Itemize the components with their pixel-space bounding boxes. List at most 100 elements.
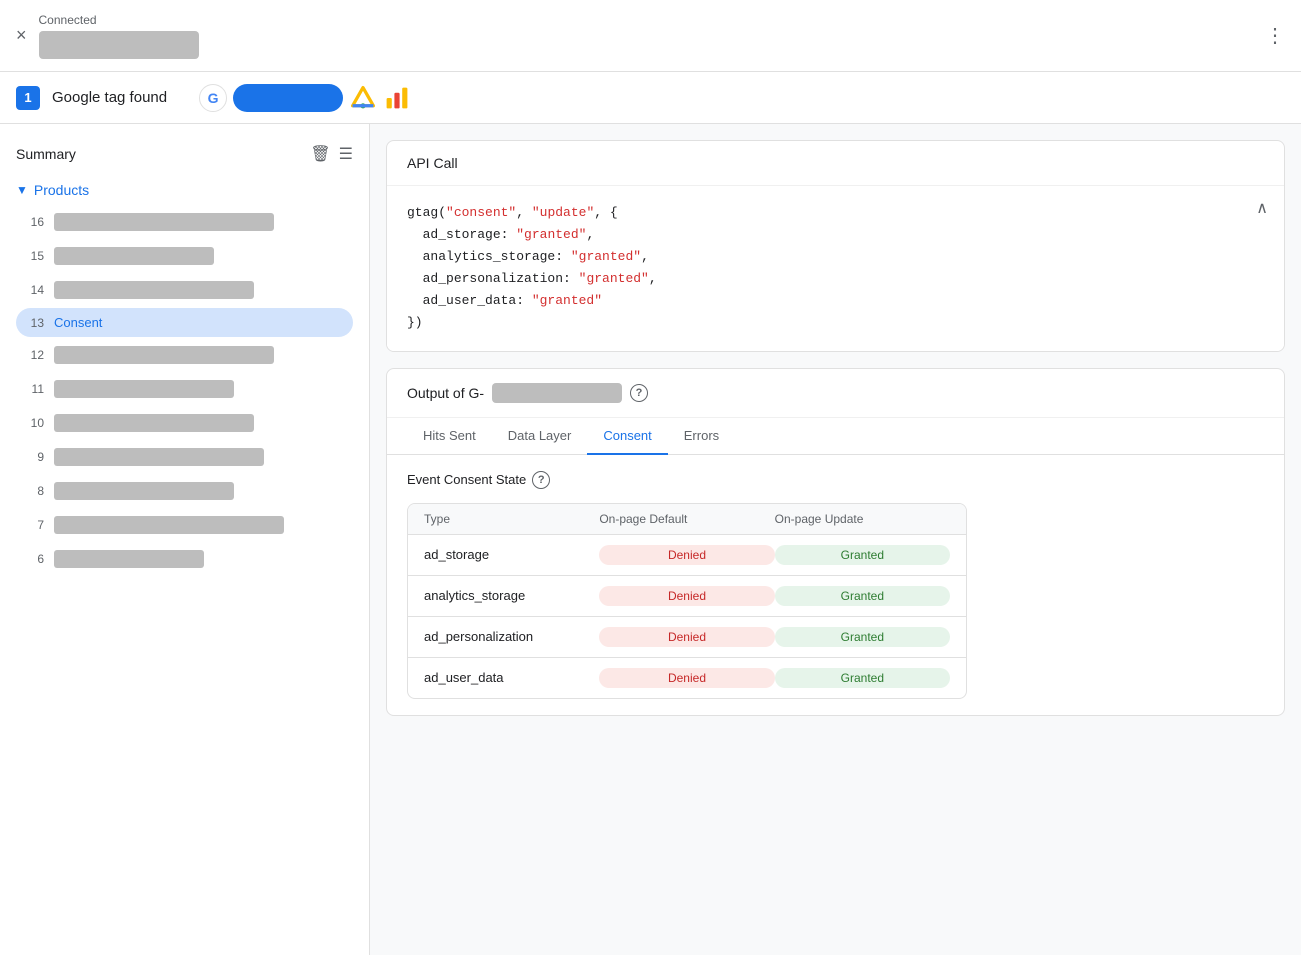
item-bar-10	[54, 414, 254, 432]
sidebar-item-9[interactable]: 9	[16, 441, 353, 473]
top-bar-left: × Connected	[16, 13, 199, 59]
item-number-12: 12	[24, 348, 44, 362]
output-card: Output of G- ? Hits Sent Data Layer Cons…	[386, 368, 1285, 716]
col-header-type: Type	[424, 512, 599, 526]
update-ad-personalization: Granted	[775, 627, 950, 647]
update-ad-storage: Granted	[775, 545, 950, 565]
collapse-button[interactable]: ∧	[1256, 198, 1268, 218]
item-bar-9	[54, 448, 264, 466]
item-bar-7	[54, 516, 284, 534]
sidebar-item-8[interactable]: 8	[16, 475, 353, 507]
top-bar-center: Connected	[39, 13, 199, 59]
code-line-5: ad_user_data: "granted"	[407, 290, 1264, 312]
table-row-ad-storage: ad_storage Denied Granted	[408, 534, 966, 575]
tab-hits-sent[interactable]: Hits Sent	[407, 418, 492, 455]
code-aduser-val: "granted"	[532, 293, 602, 308]
sidebar-item-6[interactable]: 6	[16, 543, 353, 575]
consent-section: Event Consent State ? Type On-page Defau…	[387, 455, 1284, 715]
sidebar-summary-icons[interactable]: 🗑 ☰	[310, 144, 353, 164]
item-bar-12	[54, 346, 274, 364]
products-section: ▼ Products 16 15 14	[0, 176, 369, 575]
output-help-icon[interactable]: ?	[630, 384, 648, 402]
sidebar-item-12[interactable]: 12	[16, 339, 353, 371]
col-header-default: On-page Default	[599, 512, 774, 526]
list-icon[interactable]: ☰	[339, 144, 353, 164]
item-number-6: 6	[24, 552, 44, 566]
code-comma-4: ,	[649, 271, 657, 286]
code-comma-2: ,	[586, 227, 594, 242]
type-analytics-storage: analytics_storage	[424, 588, 599, 603]
content-area: API Call ∧ gtag("consent", "update", { a…	[370, 124, 1301, 955]
update-ad-user-data: Granted	[775, 668, 950, 688]
tab-errors[interactable]: Errors	[668, 418, 735, 455]
code-aduser-key: ad_user_data:	[423, 293, 532, 308]
item-bar-14	[54, 281, 254, 299]
close-button[interactable]: ×	[16, 25, 27, 46]
google-ads-icon[interactable]	[349, 84, 377, 112]
consent-table: Type On-page Default On-page Update ad_s…	[407, 503, 967, 699]
api-call-card: API Call ∧ gtag("consent", "update", { a…	[386, 140, 1285, 352]
event-consent-label: Event Consent State	[407, 472, 526, 487]
g-tag-icon[interactable]: G	[199, 84, 227, 112]
default-ad-storage: Denied	[599, 545, 774, 565]
code-analytics-key: analytics_storage:	[423, 249, 571, 264]
tag-header: 1 Google tag found G	[0, 72, 1301, 124]
output-tabs: Hits Sent Data Layer Consent Errors	[387, 418, 1284, 455]
item-number-10: 10	[24, 416, 44, 430]
tab-consent[interactable]: Consent	[587, 418, 667, 455]
tag-id-bar	[39, 31, 199, 59]
sidebar-item-13[interactable]: 13 Consent	[16, 308, 353, 337]
products-header[interactable]: ▼ Products	[8, 176, 361, 204]
code-update-str: "update"	[532, 205, 594, 220]
item-number-11: 11	[24, 382, 44, 396]
output-card-header: Output of G- ?	[387, 369, 1284, 418]
item-number-14: 14	[24, 283, 44, 297]
item-number-7: 7	[24, 518, 44, 532]
sidebar-item-14[interactable]: 14	[16, 274, 353, 306]
code-open: , {	[594, 205, 617, 220]
table-row-ad-personalization: ad_personalization Denied Granted	[408, 616, 966, 657]
sidebar-summary: Summary 🗑 ☰	[0, 132, 369, 176]
api-call-code: ∧ gtag("consent", "update", { ad_storage…	[387, 186, 1284, 351]
more-menu-button[interactable]: ⋮	[1265, 23, 1285, 48]
default-ad-user-data: Denied	[599, 668, 774, 688]
item-label-13: Consent	[54, 315, 102, 330]
chevron-down-icon: ▼	[16, 183, 28, 197]
code-line-1: gtag("consent", "update", {	[407, 202, 1264, 224]
sidebar-item-10[interactable]: 10	[16, 407, 353, 439]
sidebar-item-15[interactable]: 15	[16, 240, 353, 272]
code-line-2: ad_storage: "granted",	[407, 224, 1264, 246]
table-row-analytics-storage: analytics_storage Denied Granted	[408, 575, 966, 616]
update-analytics-storage: Granted	[775, 586, 950, 606]
item-bar-15	[54, 247, 214, 265]
type-ad-personalization: ad_personalization	[424, 629, 599, 644]
code-ad-storage-val: "granted"	[516, 227, 586, 242]
sidebar-item-11[interactable]: 11	[16, 373, 353, 405]
output-tag-id	[492, 383, 622, 403]
default-analytics-storage: Denied	[599, 586, 774, 606]
blue-pill-button[interactable]	[233, 84, 343, 112]
consent-table-header: Type On-page Default On-page Update	[408, 504, 966, 534]
code-consent-str: "consent"	[446, 205, 516, 220]
trash-icon[interactable]: 🗑	[310, 144, 330, 164]
sidebar-item-7[interactable]: 7	[16, 509, 353, 541]
connected-label: Connected	[39, 13, 97, 27]
code-analytics-val: "granted"	[571, 249, 641, 264]
code-line-6: })	[407, 312, 1264, 334]
code-line-3: analytics_storage: "granted",	[407, 246, 1264, 268]
tab-data-layer[interactable]: Data Layer	[492, 418, 588, 455]
consent-help-icon[interactable]: ?	[532, 471, 550, 489]
item-bar-8	[54, 482, 234, 500]
sidebar: Summary 🗑 ☰ ▼ Products 16 15	[0, 124, 370, 955]
top-bar: × Connected ⋮	[0, 0, 1301, 72]
tag-number-badge: 1	[16, 86, 40, 110]
summary-label: Summary	[16, 146, 76, 162]
consent-section-title: Event Consent State ?	[407, 471, 1264, 489]
analytics-icon[interactable]	[383, 84, 411, 112]
item-bar-16	[54, 213, 274, 231]
tag-found-label: Google tag found	[52, 89, 167, 106]
code-adperson-key: ad_personalization:	[423, 271, 579, 286]
sidebar-item-16[interactable]: 16	[16, 206, 353, 238]
code-adperson-val: "granted"	[579, 271, 649, 286]
item-number-16: 16	[24, 215, 44, 229]
